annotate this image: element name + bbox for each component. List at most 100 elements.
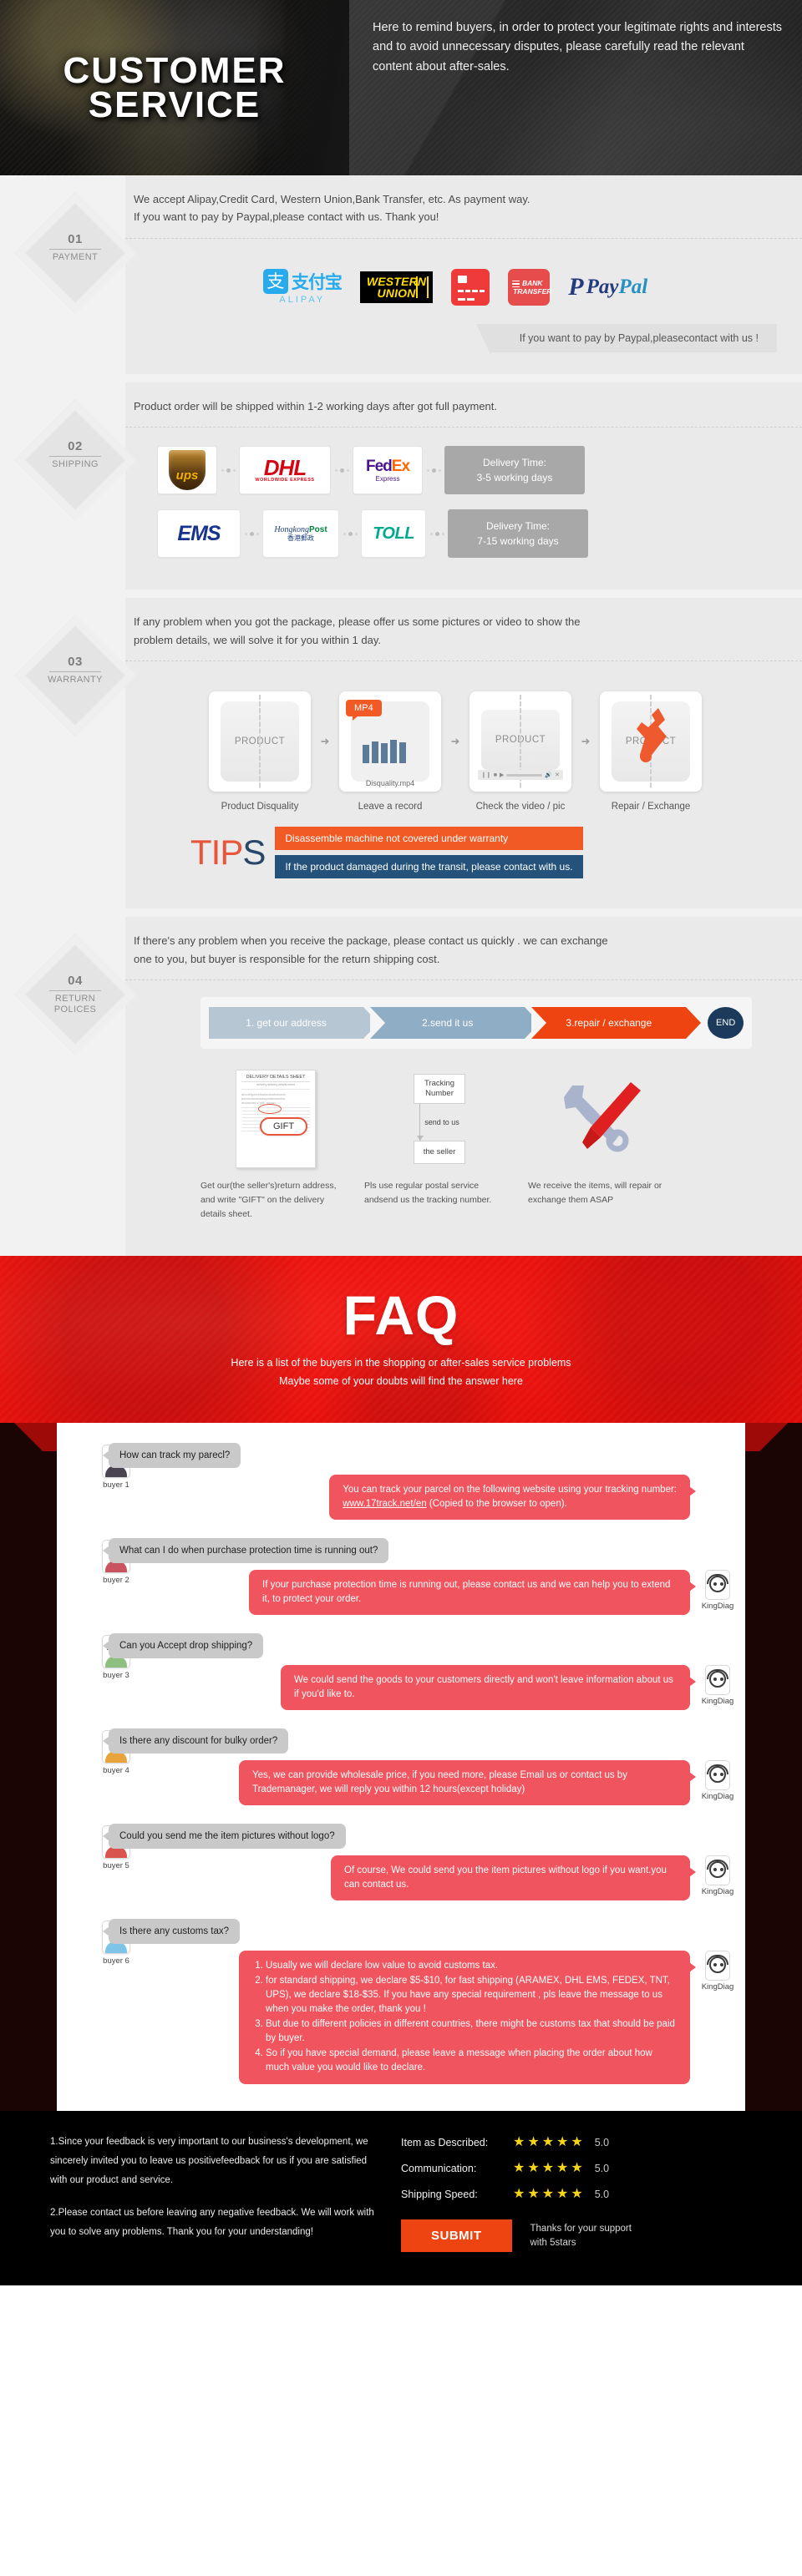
shipping-row-express: ups DHL WORLDWIDE EXPRESS FedEx Express (134, 441, 777, 504)
mp4-filename: Disquality.mp4 (365, 779, 415, 788)
star-icon[interactable]: ★ (571, 2136, 582, 2149)
thanks-line-1: Thanks for your support (530, 2223, 632, 2234)
bank-transfer-logo: BANK TRANSFER (508, 268, 551, 306)
submit-button[interactable]: SUBMIT (401, 2219, 512, 2253)
faq-item-6: buyer 6 Is there any customs tax? Usuall… (65, 1914, 737, 2089)
credit-card-logo (451, 268, 490, 306)
star-icon[interactable]: ★ (556, 2188, 568, 2201)
rating-label-1: Item as Described: (401, 2137, 489, 2149)
tip-warranty-disassemble: Disassemble machine not covered under wa… (275, 827, 583, 851)
faq-question-1: How can track my parecl? (102, 1443, 241, 1469)
return-col-3: We receive the items, will repair or exc… (528, 1069, 678, 1221)
star-icon[interactable]: ★ (527, 2136, 539, 2149)
badge-return-number: 04 (68, 974, 83, 989)
tips-title: TIPS (190, 833, 266, 873)
section-payment: 01 PAYMENT We accept Alipay,Credit Card,… (0, 175, 802, 374)
faq-question-4: Is there any discount for bulky order? (102, 1728, 289, 1754)
buyer-name-4: buyer 4 (103, 1766, 129, 1776)
delivery-time-express: Delivery Time: 3-5 working days (444, 446, 585, 495)
send-to-us-arrow: send to us (417, 1104, 459, 1141)
video-player-controls[interactable]: ❙❙ ■ ▶ 🔊 ✕ (478, 770, 563, 781)
star-icon[interactable]: ★ (571, 2162, 582, 2175)
warranty-step-3: PRODUCT ❙❙■▶🔊✕ (470, 691, 571, 792)
star-icon[interactable]: ★ (513, 2162, 525, 2175)
buyer-name-3: buyer 3 (103, 1671, 129, 1681)
payment-body: 支付宝 ALIPAY WESTERN UNION (125, 239, 802, 374)
faq-item-3: buyer 3 Can you Accept drop shipping? We… (65, 1628, 737, 1715)
hero-banner: CUSTOMER SERVICE Here to remind buyers, … (0, 0, 802, 175)
operator-name-5: KingDiag (701, 1887, 734, 1897)
buyer-name-1: buyer 1 (103, 1480, 129, 1490)
star-icon[interactable]: ★ (527, 2162, 539, 2175)
operator-name-6: KingDiag (701, 1982, 734, 1992)
section-shipping: 02 SHIPPING Product order will be shippe… (0, 382, 802, 590)
submit-row: SUBMIT Thanks for your support with 5sta… (401, 2219, 752, 2253)
gift-highlight-circle (258, 1104, 282, 1115)
star-icon[interactable]: ★ (542, 2136, 554, 2149)
badge-payment-label: PAYMENT (52, 252, 99, 262)
warranty-headline: If any problem when you got the package,… (125, 598, 802, 660)
warranty-steps: PRODUCT ➜ MP4 Disquality.mp4 ➜ (134, 680, 777, 795)
star-icon[interactable]: ★ (556, 2136, 568, 2149)
star-icon[interactable]: ★ (571, 2188, 582, 2201)
rating-stars-2[interactable]: ★ ★ ★ ★ ★ (513, 2162, 583, 2175)
return-headline: If there's any problem when you receive … (125, 917, 802, 979)
faq-answer-5: Of course, We could send you the item pi… (331, 1855, 696, 1901)
faq-subtitle-line1: Here is a list of the buyers in the shop… (231, 1357, 571, 1369)
seller-box: the seller (414, 1141, 465, 1165)
steps-container: 01 PAYMENT We accept Alipay,Credit Card,… (0, 175, 802, 1257)
operator-name-3: KingDiag (701, 1697, 734, 1707)
page-title: CUSTOMER SERVICE (63, 52, 287, 124)
dots-separator (339, 531, 361, 536)
footer-feedback: 1.Since your feedback is very important … (0, 2111, 802, 2286)
tip-transit-damage: If the product damaged during the transi… (275, 855, 583, 879)
operator-avatar-6: KingDiag (698, 1951, 737, 1991)
paypal-icon: P (568, 272, 584, 301)
star-icon[interactable]: ★ (542, 2188, 554, 2201)
warranty-step-labels: Product Disquality Leave a record Check … (134, 795, 777, 812)
sheet-title: DELIVERY DETAILS SHEET (241, 1075, 310, 1083)
warranty-headline-line1: If any problem when you got the package,… (134, 615, 581, 629)
wu-line2: UNION (377, 286, 416, 300)
western-union-logo: WESTERN UNION (359, 269, 434, 306)
carrier-ems: EMS (157, 509, 241, 559)
bank-transfer-icon: BANK TRANSFER (508, 268, 551, 306)
toll-icon: TOLL (373, 524, 414, 543)
faq-answer-4: Yes, we can provide wholesale price, if … (239, 1760, 696, 1806)
shipping-headline: Product order will be shipped within 1-2… (134, 399, 497, 412)
faq-answer-1: You can track your parcel on the followi… (329, 1475, 696, 1521)
paypal-word2: Pal (618, 275, 648, 298)
faq-question-5: Could you send me the item pictures with… (103, 1824, 346, 1850)
rating-row-item-as-described: Item as Described: ★ ★ ★ ★ ★ 5.0 (401, 2136, 752, 2149)
faq-answer-1-pre: You can track your parcel on the followi… (343, 1485, 677, 1495)
badge-return-label: RETURN POLICES (53, 994, 97, 1015)
flow-end-badge: END (708, 1007, 744, 1040)
faq-question-6: Is there any customs tax? (102, 1919, 241, 1945)
tracking-number-box: Tracking Number (414, 1074, 465, 1105)
delivery-value-2: 7-15 working days (477, 535, 559, 548)
thanks-note: Thanks for your support with 5stars (530, 2222, 632, 2250)
warranty-label-1: Product Disquality (221, 802, 299, 812)
tracking-link[interactable]: www.17track.net/en (343, 1499, 426, 1509)
paypal-contact-note: If you want to pay by Paypal,pleaseconta… (475, 323, 777, 356)
star-icon[interactable]: ★ (556, 2162, 568, 2175)
arrow-right-icon: ➜ (581, 735, 591, 748)
dots-separator (241, 531, 262, 536)
faq-item-5: buyer 5 Could you send me the item pictu… (65, 1819, 737, 1905)
star-icon[interactable]: ★ (513, 2188, 525, 2201)
alipay-cn-label: 支付宝 (291, 272, 343, 293)
return-flow: 1. get our address 2.send it us 3.repair… (200, 997, 752, 1050)
star-icon[interactable]: ★ (513, 2136, 525, 2149)
star-icon[interactable]: ★ (527, 2188, 539, 2201)
fedex-a: Fed (365, 457, 393, 475)
faq-answer-6-item-1: Usually we will declare low value to avo… (266, 1959, 677, 1973)
warranty-label-2: Leave a record (358, 802, 423, 812)
star-icon[interactable]: ★ (542, 2162, 554, 2175)
flow-step-2: 2.send it us (370, 1007, 541, 1040)
warranty-body: PRODUCT ➜ MP4 Disquality.mp4 ➜ (125, 661, 802, 908)
faq-answer-6-item-3: But due to different policies in differe… (266, 2017, 677, 2046)
wrench-icon (637, 708, 667, 763)
rating-stars-3[interactable]: ★ ★ ★ ★ ★ (513, 2188, 583, 2201)
shipping-row-standard: EMS HongkongPost 香港郵政 TOLL Delivery Time… (134, 504, 777, 568)
rating-stars-1[interactable]: ★ ★ ★ ★ ★ (513, 2136, 583, 2149)
